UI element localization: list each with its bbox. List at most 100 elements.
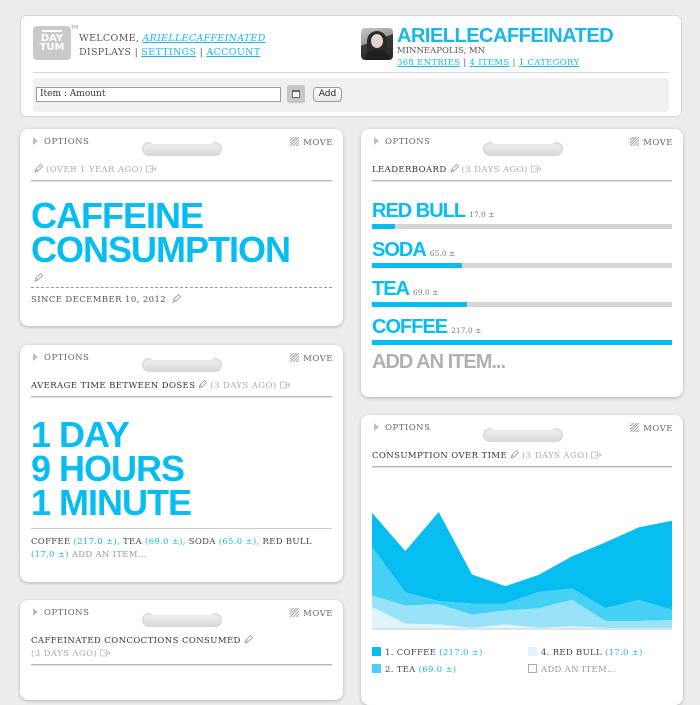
nav-settings-link[interactable]: SETTINGS	[141, 47, 196, 58]
consumption-chart-panel: OPTIONS MOVE CONSUMPTION OVER TIME (3 DAY…	[361, 415, 683, 705]
display-title: CAFFEINE CONSUMPTION	[31, 195, 291, 270]
nav-displays: DISPLAYS	[79, 47, 132, 58]
panel-rule	[31, 180, 332, 182]
item-value: 217.0 ±	[451, 326, 482, 335]
updated-time: (3 DAYS AGO)	[522, 451, 589, 461]
export-icon[interactable]	[591, 451, 602, 459]
pencil-icon[interactable]	[34, 273, 43, 282]
profile-stats: 368 ENTRIES | 4 ITEMS | 1 CATEGORY	[397, 58, 579, 68]
panel-title: LEADERBOARD (3 DAYS AGO)	[372, 164, 542, 175]
move-handle[interactable]: MOVE	[630, 423, 673, 434]
move-icon	[290, 353, 300, 362]
item-value: 69.0 ±	[413, 288, 439, 297]
panel-rule	[31, 396, 332, 398]
progress-fill	[372, 302, 468, 307]
drag-handle[interactable]	[142, 352, 222, 372]
legend-swatch	[372, 647, 381, 656]
pencil-icon[interactable]	[198, 380, 208, 389]
item-name: SODA	[372, 239, 427, 261]
legend-item[interactable]: 2. TEA (69.0 ±)	[372, 664, 456, 675]
add-item-link[interactable]: ADD AN ITEM...	[528, 664, 616, 675]
options-toggle[interactable]: OPTIONS	[33, 137, 89, 147]
trademark: TM	[71, 25, 79, 31]
avatar[interactable]	[361, 28, 393, 60]
nav-account-link[interactable]: ACCOUNT	[206, 47, 260, 58]
drag-handle[interactable]	[142, 607, 222, 627]
triangle-right-icon	[33, 608, 38, 616]
chart-baseline	[372, 628, 672, 630]
pencil-icon[interactable]	[34, 164, 43, 173]
leaderboard-item[interactable]: TEA 69.0 ±	[372, 278, 672, 307]
nav-separator: |	[199, 47, 204, 58]
move-handle[interactable]: MOVE	[290, 353, 333, 364]
divider	[31, 528, 332, 529]
progress-fill	[372, 340, 672, 345]
panel-subtitle: (OVER 1 YEAR AGO)	[31, 164, 157, 175]
daytum-logo[interactable]: DAY TUM	[33, 26, 71, 60]
move-handle[interactable]: MOVE	[290, 608, 333, 619]
pencil-icon[interactable]	[510, 450, 519, 459]
drag-handle[interactable]	[142, 136, 222, 156]
concoctions-panel: OPTIONS MOVE CAFFEINATED CONCOCTIONS CON…	[20, 600, 343, 700]
export-icon[interactable]	[279, 381, 291, 389]
legend-swatch	[372, 664, 381, 673]
triangle-right-icon	[33, 353, 38, 361]
updated-time: (3 DAYS AGO)	[210, 381, 277, 391]
drag-handle[interactable]	[483, 422, 563, 442]
pencil-icon[interactable]	[244, 635, 253, 644]
legend-swatch	[528, 647, 537, 656]
leaderboard-panel: OPTIONS MOVE LEADERBOARD (3 DAYS AGO) RED…	[361, 129, 683, 397]
leaderboard-item[interactable]: RED BULL 17.0 ±	[372, 201, 672, 229]
export-icon[interactable]	[145, 165, 157, 173]
entries-link[interactable]: 368 ENTRIES	[397, 58, 460, 68]
item-name: TEA	[372, 278, 410, 300]
options-toggle[interactable]: OPTIONS	[374, 423, 430, 433]
add-entry-button[interactable]: Add	[313, 87, 342, 102]
area-series-coffee	[372, 512, 672, 610]
stats-separator: |	[512, 58, 516, 68]
export-icon[interactable]	[100, 649, 111, 657]
legend-item[interactable]: 4. RED BULL (17.0 ±)	[528, 647, 643, 658]
panel-title: CAFFEINATED CONCOCTIONS CONSUMED (3 DAYS…	[31, 635, 256, 661]
legend-item[interactable]: 1. COFFEE (217.0 ±)	[372, 647, 483, 658]
move-handle[interactable]: MOVE	[630, 137, 673, 148]
profile-location: MINNEAPOLIS, MN	[397, 46, 486, 56]
date-picker-button[interactable]	[287, 85, 305, 103]
add-item-link[interactable]: ADD AN ITEM...	[72, 550, 147, 560]
options-toggle[interactable]: OPTIONS	[33, 353, 89, 363]
categories-link[interactable]: 1 CATEGORY	[519, 58, 580, 68]
profile-name[interactable]: ARIELLECAFFEINATED	[397, 25, 614, 48]
welcome-block: WELCOME, ARIELLECAFFEINATED DISPLAYS | S…	[79, 32, 266, 60]
drag-handle[interactable]	[483, 136, 563, 156]
header: DAY TUM TM WELCOME, ARIELLECAFFEINATED D…	[20, 15, 682, 117]
leaderboard-item[interactable]: SODA 65.0 ±	[372, 239, 672, 268]
move-handle[interactable]: MOVE	[290, 137, 333, 148]
entry-bar: Item : Amount Add	[33, 78, 669, 112]
average-time-value: 1 DAY 9 HOURS 1 MINUTE	[31, 414, 192, 523]
updated-time: (OVER 1 YEAR AGO)	[46, 165, 143, 175]
progress-bar	[372, 302, 672, 307]
options-toggle[interactable]: OPTIONS	[374, 137, 430, 147]
move-icon	[290, 137, 300, 146]
items-link[interactable]: 4 ITEMS	[470, 58, 510, 68]
move-icon	[290, 608, 300, 617]
progress-bar	[372, 340, 672, 345]
empty-checkbox-icon	[528, 664, 537, 673]
logo-text-tum: TUM	[39, 42, 65, 53]
export-icon[interactable]	[530, 165, 542, 173]
triangle-right-icon	[33, 137, 38, 145]
item-value: 17.0 ±	[469, 210, 495, 219]
leaderboard-item[interactable]: COFFEE 217.0 ±	[372, 317, 672, 345]
options-toggle[interactable]: OPTIONS	[33, 608, 89, 618]
updated-time: (3 DAYS AGO)	[461, 165, 528, 175]
panel-title: AVERAGE TIME BETWEEN DOSES (3 DAYS AGO)	[31, 380, 291, 391]
nav-separator: |	[134, 47, 139, 58]
stacked-area-chart	[372, 512, 672, 630]
panel-title: CONSUMPTION OVER TIME (3 DAYS AGO)	[372, 450, 602, 461]
entry-input[interactable]: Item : Amount	[36, 87, 281, 102]
pencil-icon[interactable]	[450, 164, 459, 173]
username-link[interactable]: ARIELLECAFFEINATED	[142, 33, 265, 44]
pencil-icon[interactable]	[172, 294, 182, 303]
dashed-divider	[31, 287, 332, 288]
add-item-link[interactable]: ADD AN ITEM...	[372, 351, 506, 374]
